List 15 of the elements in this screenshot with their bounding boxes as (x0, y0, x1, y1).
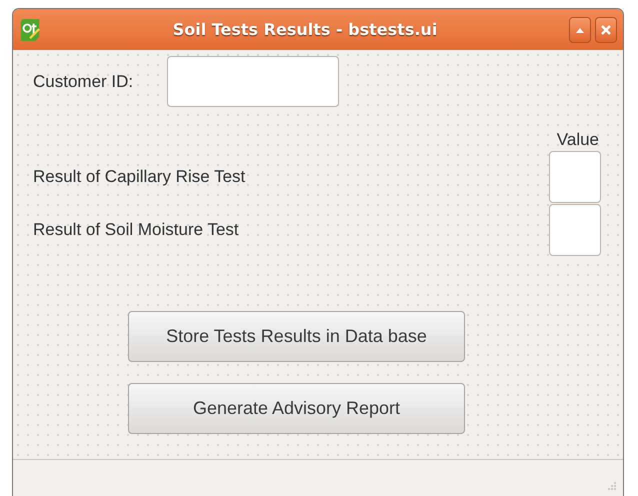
close-button[interactable] (595, 16, 617, 42)
app-logo-icon (19, 18, 41, 42)
resize-grip-icon (607, 481, 617, 491)
action-button[interactable]: Store Tests Results in Data base (128, 311, 465, 362)
customer-id-field[interactable] (167, 56, 340, 107)
test-result-label: Result of Capillary Rise Test (33, 166, 246, 186)
test-result-label: Result of Soil Moisture Test (33, 220, 239, 240)
value-field[interactable] (549, 150, 601, 202)
value-header: Value (556, 130, 599, 150)
close-icon (600, 24, 612, 36)
maximize-button[interactable] (569, 16, 591, 42)
window-title: Soil Tests Results - bstests.ui (172, 20, 438, 39)
customer-id-label: Customer ID: (33, 72, 134, 92)
action-button[interactable]: Generate Advisory Report (128, 383, 465, 434)
value-field[interactable] (549, 204, 601, 256)
